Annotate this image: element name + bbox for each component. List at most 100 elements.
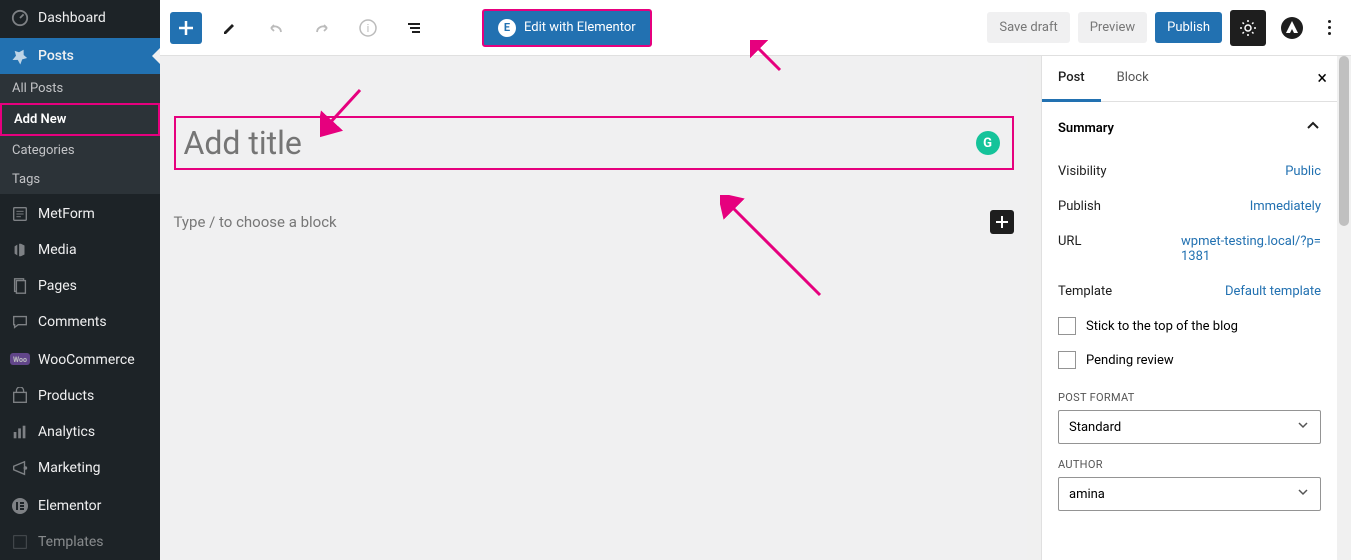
svg-text:i: i — [367, 22, 370, 35]
sidebar-item-label: Posts — [38, 48, 74, 64]
pages-icon — [10, 276, 30, 296]
sidebar-item-label: MetForm — [38, 206, 95, 222]
media-icon — [10, 240, 30, 260]
sidebar-item-dashboard[interactable]: Dashboard — [0, 0, 160, 36]
info-button[interactable]: i — [350, 10, 386, 46]
checkbox-label: Pending review — [1086, 353, 1174, 368]
grammarly-icon[interactable]: G — [976, 131, 1000, 155]
sidebar-item-products[interactable]: Products — [0, 378, 160, 414]
chevron-down-icon — [1296, 418, 1310, 436]
save-draft-button[interactable]: Save draft — [987, 12, 1069, 43]
editor-main: i E Edit with Elementor Save draft Previ… — [160, 0, 1351, 560]
canvas-scrollbar[interactable] — [1027, 56, 1041, 560]
author-label: AUTHOR — [1058, 444, 1321, 477]
sidebar-item-metform[interactable]: MetForm — [0, 196, 160, 232]
sidebar-item-label: Elementor — [38, 498, 101, 514]
pin-icon — [10, 46, 30, 66]
row-label: Visibility — [1058, 164, 1107, 179]
select-value: Standard — [1069, 420, 1121, 435]
svg-text:Woo: Woo — [13, 356, 27, 364]
post-format-label: POST FORMAT — [1058, 377, 1321, 410]
publish-button[interactable]: Publish — [1155, 12, 1222, 43]
pending-review-checkbox[interactable] — [1058, 351, 1076, 369]
panel-row-publish: Publish Immediately — [1058, 189, 1321, 224]
sidebar-item-label: Dashboard — [38, 10, 106, 26]
sidebar-sub-add-new[interactable]: Add New — [0, 103, 160, 136]
editor-body: G Type / to choose a block Post Block × … — [160, 56, 1351, 560]
checkbox-row-sticky: Stick to the top of the blog — [1058, 309, 1321, 343]
sidebar-sub-categories[interactable]: Categories — [0, 136, 160, 165]
chevron-up-icon — [1305, 118, 1321, 138]
sidebar-item-comments[interactable]: Comments — [0, 304, 160, 340]
products-icon — [10, 386, 30, 406]
form-icon — [10, 204, 30, 224]
title-highlight: G — [174, 116, 1014, 170]
sidebar-item-elementor[interactable]: Elementor — [0, 488, 160, 524]
sidebar-sub-all-posts[interactable]: All Posts — [0, 74, 160, 103]
inline-add-block-button[interactable] — [990, 210, 1014, 234]
extra-button[interactable] — [1274, 10, 1310, 46]
chevron-down-icon — [1296, 485, 1310, 503]
sidebar-item-woocommerce[interactable]: Woo WooCommerce — [0, 342, 160, 378]
admin-sidebar: Dashboard Posts All Posts Add New Catego… — [0, 0, 160, 560]
edit-mode-button[interactable] — [212, 10, 248, 46]
edit-with-elementor-button[interactable]: E Edit with Elementor — [482, 9, 652, 47]
settings-button[interactable] — [1230, 10, 1266, 46]
sidebar-item-label: Products — [38, 388, 94, 404]
select-value: amina — [1069, 487, 1105, 502]
settings-panel: Post Block × Summary Visibility Public P… — [1041, 56, 1337, 560]
author-select[interactable]: amina — [1058, 477, 1321, 511]
preview-button[interactable]: Preview — [1078, 12, 1147, 43]
url-value-button[interactable]: wpmet-testing.local/?p=1381 — [1181, 234, 1321, 264]
template-value-button[interactable]: Default template — [1225, 284, 1321, 299]
row-label: URL — [1058, 234, 1081, 249]
sidebar-item-templates[interactable]: Templates — [0, 524, 160, 560]
checkbox-row-pending: Pending review — [1058, 343, 1321, 377]
comments-icon — [10, 312, 30, 332]
sidebar-item-label: Templates — [38, 534, 104, 550]
close-panel-button[interactable]: × — [1317, 68, 1327, 89]
panel-tabs: Post Block × — [1042, 56, 1337, 102]
elementor-icon — [10, 496, 30, 516]
sidebar-item-label: Analytics — [38, 424, 95, 440]
sidebar-item-label: WooCommerce — [38, 352, 135, 368]
undo-button[interactable] — [258, 10, 294, 46]
panel-scrollbar[interactable] — [1337, 56, 1351, 560]
tab-post[interactable]: Post — [1042, 56, 1101, 102]
templates-icon — [10, 532, 30, 552]
checkbox-label: Stick to the top of the blog — [1086, 319, 1238, 334]
add-block-button[interactable] — [170, 12, 202, 44]
editor-canvas[interactable]: G Type / to choose a block — [160, 56, 1027, 560]
elementor-button-label: Edit with Elementor — [524, 20, 636, 35]
sidebar-submenu-posts: All Posts Add New Categories Tags — [0, 74, 160, 194]
block-placeholder[interactable]: Type / to choose a block — [160, 213, 990, 231]
panel-row-visibility: Visibility Public — [1058, 154, 1321, 189]
redo-button[interactable] — [304, 10, 340, 46]
visibility-value-button[interactable]: Public — [1285, 164, 1321, 179]
post-title-input[interactable] — [184, 124, 1004, 162]
panel-row-template: Template Default template — [1058, 274, 1321, 309]
row-label: Publish — [1058, 199, 1101, 214]
outline-button[interactable] — [396, 10, 432, 46]
row-label: Template — [1058, 284, 1112, 299]
sidebar-item-label: Comments — [38, 314, 107, 330]
more-options-button[interactable] — [1318, 20, 1341, 35]
sidebar-item-marketing[interactable]: Marketing — [0, 450, 160, 486]
publish-value-button[interactable]: Immediately — [1250, 199, 1321, 214]
sidebar-item-pages[interactable]: Pages — [0, 268, 160, 304]
summary-section-toggle[interactable]: Summary — [1058, 102, 1321, 154]
editor-toolbar: i E Edit with Elementor Save draft Previ… — [160, 0, 1351, 56]
panel-body: Summary Visibility Public Publish Immedi… — [1042, 102, 1337, 560]
sticky-checkbox[interactable] — [1058, 317, 1076, 335]
sidebar-item-media[interactable]: Media — [0, 232, 160, 268]
sidebar-item-analytics[interactable]: Analytics — [0, 414, 160, 450]
marketing-icon — [10, 458, 30, 478]
sidebar-item-posts[interactable]: Posts — [0, 38, 160, 74]
sidebar-sub-tags[interactable]: Tags — [0, 165, 160, 194]
sidebar-item-label: Pages — [38, 278, 77, 294]
elementor-badge-icon: E — [498, 19, 516, 37]
post-format-select[interactable]: Standard — [1058, 410, 1321, 444]
sidebar-item-label: Marketing — [38, 460, 101, 476]
panel-row-url: URL wpmet-testing.local/?p=1381 — [1058, 224, 1321, 274]
tab-block[interactable]: Block — [1101, 56, 1165, 101]
